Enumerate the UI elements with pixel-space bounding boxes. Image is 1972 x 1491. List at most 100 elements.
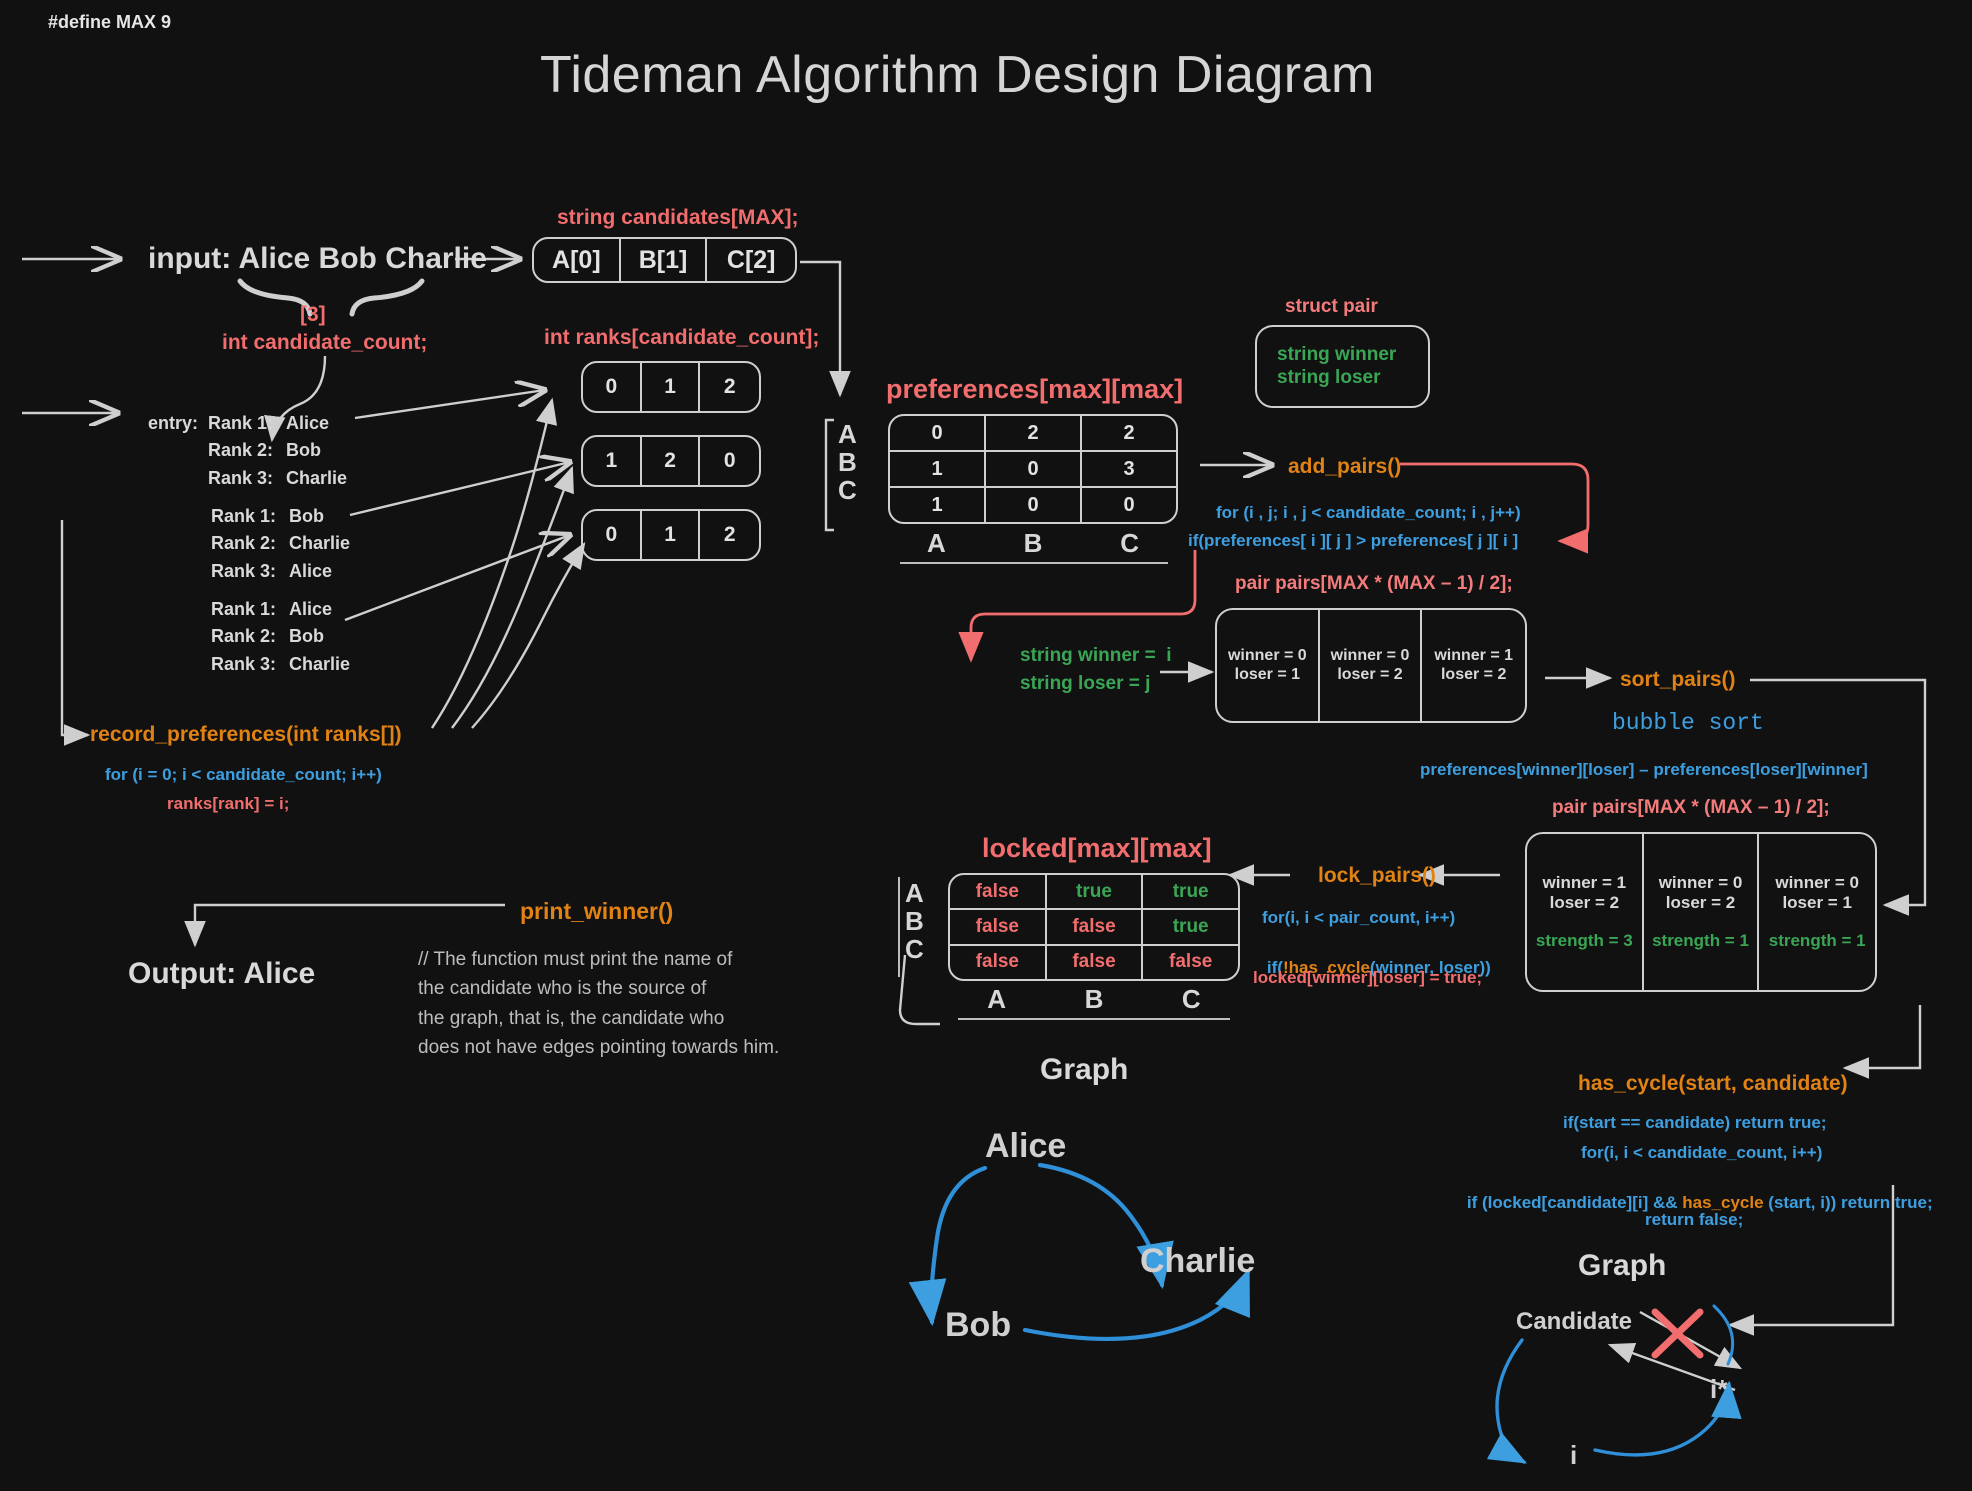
pairs-array: winner = 0 loser = 1 winner = 0 loser = … [1215,608,1527,723]
pair-loser: loser = 2 [1440,665,1507,683]
candidates-cell: A[0] [534,239,621,281]
locked-matrix: false true true false false true false f… [948,873,1240,981]
preferences-row-label: B [838,446,857,477]
ranks-array-1: 0 1 2 [581,361,761,413]
preferences-matrix: 0 2 2 1 0 3 1 0 0 [888,414,1178,524]
cycle-node-i-star: i* [1710,1374,1728,1404]
struct-pair-field: string winner [1277,344,1397,366]
print-winner-comment: // The function must print the name of t… [418,949,780,1059]
rank-name: Alice [289,599,333,619]
input-label: input: Alice Bob Charlie [148,242,487,275]
preferences-cell: 2 [1123,421,1135,444]
has-cycle-line3-c: (start, i)) return true; [1763,1193,1933,1213]
graph-node-charlie: Charlie [1140,1242,1256,1280]
preferences-cell: 1 [890,488,986,522]
candidates-cell: C[2] [726,245,776,274]
ballot-1: Rank 1: Alice Rank 2: Bob Rank 3: Charlie [208,410,347,492]
pair-winner: winner = 0 [1227,646,1307,664]
pair-cell: winner = 0 loser = 2 [1320,610,1423,721]
matrix-row: false true true [950,875,1238,911]
pair-winner: winner = 1 [1542,872,1627,892]
locked-cell: true [1047,875,1144,909]
graph-node-bob: Bob [945,1306,1012,1344]
lock-pairs-name: lock_pairs() [1318,864,1436,887]
graph-left-caption: Graph [1040,1053,1129,1086]
rank-key: Rank 1: [211,506,277,526]
ranks-cell: 0 [583,511,642,559]
graph-node-alice: Alice [985,1127,1067,1165]
locked-cell: true [1172,915,1209,937]
entry-label: entry: [148,413,199,433]
locked-cell: false [950,910,1047,944]
matrix-row: false false false [950,945,1238,979]
rank-key: Rank 3: [208,467,274,488]
locked-row-labels: A B C [905,879,924,964]
locked-row-label: C [905,933,924,964]
pair-winner: winner = 0 [1330,646,1410,664]
rank-name: Bob [286,440,321,461]
page-title: Tideman Algorithm Design Diagram [540,46,1375,104]
preferences-title: preferences[max][max] [886,374,1184,404]
sort-pairs-formula: preferences[winner][loser] – preferences… [1420,760,1868,779]
output-label: Output: Alice [128,957,316,990]
locked-col-label: A [987,984,1007,1014]
print-winner-name: print_winner() [520,898,674,924]
preferences-row-label: C [838,474,857,505]
pair-winner: winner = 0 [1658,872,1743,892]
locked-cell: false [1047,910,1144,944]
ranks-decl: int ranks[candidate_count]; [544,326,820,349]
preferences-axis-line [900,562,1168,564]
graph-right-caption: Graph [1578,1249,1667,1282]
ranks-cell: 2 [723,375,736,398]
rank-key: Rank 1: [208,413,274,433]
preferences-row-labels: A B C [838,419,857,505]
rank-key: Rank 2: [211,626,277,647]
sorted-pairs-array: winner = 1 loser = 2 strength = 3 winner… [1525,832,1877,992]
preferences-col-labels: A B C [888,528,1178,559]
ballot-2: Rank 1: Bob Rank 2: Charlie Rank 3: Alice [211,503,350,585]
locked-cell: false [1047,945,1144,979]
struct-pair-title: struct pair [1285,296,1378,317]
record-preferences-name: record_preferences(int ranks[]) [90,723,402,746]
pair-winner: winner = 1 [1434,646,1514,664]
pair-loser: loser = 2 [1337,665,1403,683]
ranks-cell: 0 [583,363,642,411]
sorted-pair-cell: winner = 0 loser = 1 strength = 1 [1759,834,1875,990]
add-pairs-line2: if(preferences[ i ][ j ] > preferences[ … [1188,531,1519,550]
locked-cell: false [950,875,1047,909]
pair-loser: loser = 2 [1549,892,1620,912]
ranks-cell: 1 [642,511,701,559]
rank-key: Rank 3: [211,653,277,674]
rank-name: Bob [289,626,324,647]
cycle-node-i: i [1570,1440,1578,1470]
locked-col-label: B [1084,984,1104,1014]
locked-cell: false [1169,951,1213,973]
rank-name: Alice [286,413,330,433]
rank-key: Rank 1: [211,599,277,619]
sort-pairs-method: bubble sort [1612,710,1764,736]
preferences-col-label: C [1120,528,1140,558]
sorted-pair-cell: winner = 0 loser = 2 strength = 1 [1644,834,1760,990]
has-cycle-line4: return false; [1645,1210,1744,1229]
locked-row-axis-line [898,877,900,977]
rank-name: Charlie [289,653,351,674]
lock-pairs-line1: for(i, i < pair_count, i++) [1262,908,1456,927]
ranks-cell: 1 [583,437,642,485]
rank-name: Bob [289,506,324,526]
preferences-row-label: A [838,419,857,449]
locked-col-labels: A B C [948,984,1240,1015]
matrix-row: 0 2 2 [890,416,1176,452]
candidates-cell: B[1] [621,239,708,281]
matrix-row: false false true [950,910,1238,946]
ranks-cell: 2 [642,437,701,485]
ballot-3: Rank 1: Alice Rank 2: Bob Rank 3: Charlie [211,596,350,678]
preferences-cell: 0 [890,416,986,450]
winner-note-line1: string winner = i [1020,645,1172,666]
matrix-row: 1 0 3 [890,452,1176,488]
locked-row-label: B [905,905,924,936]
locked-col-label: C [1181,984,1201,1014]
candidate-count-value: [3] [300,303,326,326]
ranks-cell: 1 [642,363,701,411]
preferences-cell: 0 [1123,493,1135,516]
rank-name: Charlie [289,533,351,554]
